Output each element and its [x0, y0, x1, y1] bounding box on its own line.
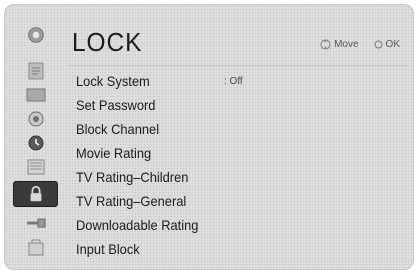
menu-sidebar: [5, 5, 66, 269]
lock-icon: [30, 185, 41, 202]
sidebar-item-audio[interactable]: [13, 108, 58, 130]
audio-icon: [28, 111, 43, 127]
lock-system-value: : Off: [224, 75, 243, 87]
menu-item-label: Lock System: [76, 73, 150, 89]
clock-icon: [28, 135, 43, 151]
menu-item-label: Set Password: [76, 97, 156, 113]
sidebar-item-setup[interactable]: [14, 17, 58, 53]
menu-item-label: Block Channel: [76, 121, 160, 137]
navigation-hint: Move OK: [320, 39, 400, 50]
tv-picture-icon: [28, 62, 43, 80]
menu-item-block-channel[interactable]: Block Channel: [68, 117, 408, 141]
ok-hint-label: OK: [385, 39, 400, 50]
menu-item-input-block[interactable]: Input Block: [68, 237, 408, 261]
menu-item-tv-rating-general[interactable]: TV Rating–General: [68, 189, 408, 213]
ok-circle-icon: [374, 40, 383, 49]
menu-item-movie-rating[interactable]: Movie Rating: [68, 141, 408, 165]
lock-menu-list: Lock System : Off Set Password Block Cha…: [68, 69, 408, 261]
menu-item-label: Downloadable Rating: [76, 217, 199, 233]
menu-item-lock-system[interactable]: Lock System : Off: [68, 69, 408, 93]
screen-icon: [26, 88, 45, 102]
header-divider: [68, 65, 408, 66]
page-title: LOCK: [72, 27, 143, 57]
menu-item-set-password[interactable]: Set Password: [68, 93, 408, 117]
setup-icon: [28, 27, 44, 43]
lock-menu-panel: LOCK Move OK Lock System : Off Set Passw…: [4, 4, 414, 270]
option-icon: [27, 159, 44, 175]
sidebar-item-screen[interactable]: [13, 84, 58, 106]
sidebar-item-picture[interactable]: [13, 60, 58, 82]
sidebar-item-lock[interactable]: [13, 181, 58, 207]
menu-item-downloadable-rating[interactable]: Downloadable Rating: [68, 213, 408, 237]
sidebar-item-option[interactable]: [13, 156, 58, 178]
input-icon: [26, 218, 45, 228]
sidebar-item-input[interactable]: [13, 212, 58, 234]
dpad-icon: [320, 39, 331, 50]
menu-item-tv-rating-children[interactable]: TV Rating–Children: [68, 165, 408, 189]
menu-item-label: Input Block: [76, 241, 140, 257]
usb-icon: [28, 239, 43, 256]
move-hint-label: Move: [334, 39, 359, 50]
tv-menu-screen: LOCK Move OK Lock System : Off Set Passw…: [0, 0, 418, 274]
menu-item-label: TV Rating–Children: [76, 169, 189, 185]
sidebar-item-usb[interactable]: [13, 237, 58, 259]
menu-item-label: Movie Rating: [76, 145, 152, 161]
sidebar-item-time[interactable]: [13, 132, 58, 154]
menu-item-label: TV Rating–General: [76, 193, 187, 209]
